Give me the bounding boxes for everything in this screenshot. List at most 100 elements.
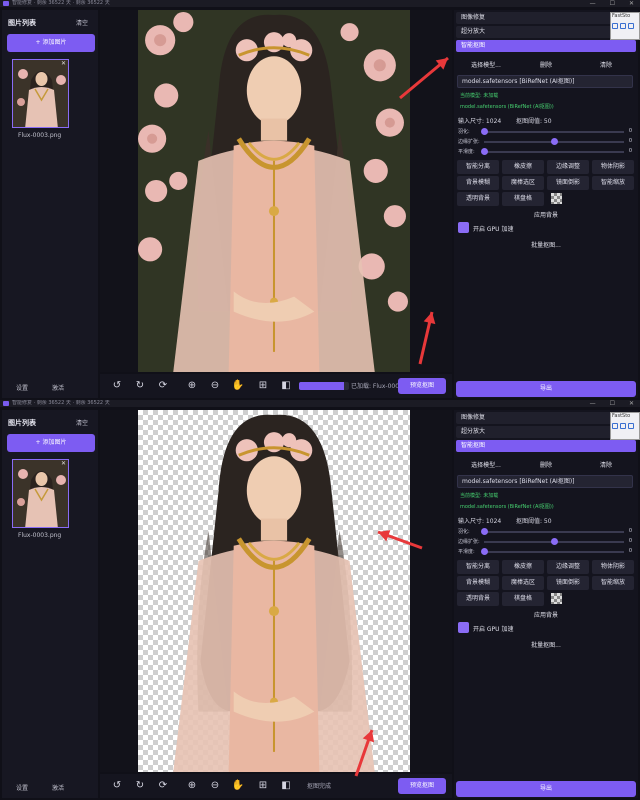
checkerboard-button[interactable]: 棋盘格: [502, 192, 544, 206]
export-button[interactable]: 导出: [456, 381, 636, 397]
delete-model-button[interactable]: 删除: [516, 60, 576, 72]
tab-smart-cutout[interactable]: 智能抠图: [456, 440, 636, 452]
edge-expand-slider-knob[interactable]: [551, 538, 558, 545]
input-size-field[interactable]: 输入尺寸: 1024: [458, 116, 501, 125]
background-blur-button[interactable]: 背景模糊: [457, 576, 499, 590]
capture-window-icon[interactable]: [612, 23, 618, 29]
apply-background-button[interactable]: 应用背景: [456, 210, 636, 219]
capture-region-icon[interactable]: [620, 423, 626, 429]
eraser-button[interactable]: 橡皮擦: [502, 560, 544, 574]
gpu-checkbox[interactable]: [458, 622, 469, 633]
edge-expand-slider[interactable]: 边缘扩张: 0: [456, 138, 636, 146]
smart-separate-button[interactable]: 智能分离: [457, 160, 499, 174]
clear-model-button[interactable]: 清除: [576, 60, 636, 72]
checkerboard-swatch-icon[interactable]: [551, 593, 562, 604]
edge-expand-slider[interactable]: 边缘扩张: 0: [456, 538, 636, 546]
background-blur-button[interactable]: 背景模糊: [457, 176, 499, 190]
remove-thumbnail-icon[interactable]: ✕: [61, 460, 66, 467]
zoom-in-icon[interactable]: ⊕: [185, 779, 199, 793]
object-shadow-button[interactable]: 物体阴影: [592, 560, 634, 574]
transparent-background-button[interactable]: 透明背景: [457, 192, 499, 206]
refresh-icon[interactable]: ⟳: [156, 379, 170, 393]
preview-cutout-button[interactable]: 预览抠图: [398, 778, 446, 794]
close-button[interactable]: ✕: [629, 400, 634, 407]
batch-cutout-button[interactable]: 批量抠图...: [456, 640, 636, 649]
feather-slider-knob[interactable]: [481, 128, 488, 135]
fit-icon[interactable]: ⊞: [256, 779, 270, 793]
close-button[interactable]: ✕: [629, 0, 634, 7]
redo-icon[interactable]: ↻: [133, 779, 147, 793]
clear-list-button[interactable]: 清空: [76, 418, 88, 427]
smoothness-slider-knob[interactable]: [481, 548, 488, 555]
apply-background-button[interactable]: 应用背景: [456, 610, 636, 619]
mirror-reflection-button[interactable]: 镜面倒影: [547, 576, 589, 590]
faststone-capture-widget[interactable]: FastSto: [610, 12, 640, 40]
tab-image-repair[interactable]: 图像修复: [456, 412, 636, 424]
checkerboard-swatch-icon[interactable]: [551, 193, 562, 204]
export-button[interactable]: 导出: [456, 781, 636, 797]
gpu-checkbox[interactable]: [458, 222, 469, 233]
feather-slider[interactable]: 羽化: 0: [456, 128, 636, 136]
settings-button[interactable]: 设置: [16, 383, 28, 392]
tab-upscale[interactable]: 超分放大: [456, 26, 636, 38]
select-model-button[interactable]: 选择模型...: [456, 460, 516, 472]
smart-scale-button[interactable]: 智能缩放: [592, 176, 634, 190]
faststone-capture-widget[interactable]: FastSto: [610, 412, 640, 440]
zoom-out-icon[interactable]: ⊖: [208, 379, 222, 393]
transparent-background-button[interactable]: 透明背景: [457, 592, 499, 606]
capture-full-icon[interactable]: [628, 23, 634, 29]
image-canvas[interactable]: [100, 10, 452, 372]
capture-region-icon[interactable]: [620, 23, 626, 29]
feather-slider[interactable]: 羽化: 0: [456, 528, 636, 536]
threshold-field[interactable]: 抠图阈值: 50: [516, 116, 552, 125]
capture-full-icon[interactable]: [628, 423, 634, 429]
add-image-button[interactable]: + 添加图片: [7, 34, 95, 52]
smart-separate-button[interactable]: 智能分离: [457, 560, 499, 574]
zoom-out-icon[interactable]: ⊖: [208, 779, 222, 793]
smoothness-slider-knob[interactable]: [481, 148, 488, 155]
model-select[interactable]: model.safetensors [BiRefNet (AI抠图)]: [457, 475, 633, 488]
fit-icon[interactable]: ⊞: [256, 379, 270, 393]
threshold-field[interactable]: 抠图阈值: 50: [516, 516, 552, 525]
image-thumbnail[interactable]: ✕: [12, 459, 69, 528]
capture-window-icon[interactable]: [612, 423, 618, 429]
tab-upscale[interactable]: 超分放大: [456, 426, 636, 438]
edge-adjust-button[interactable]: 边缘调整: [547, 160, 589, 174]
maximize-button[interactable]: ☐: [610, 0, 615, 7]
smoothness-slider[interactable]: 平滑度: 0: [456, 148, 636, 156]
checkerboard-button[interactable]: 棋盘格: [502, 592, 544, 606]
smart-scale-button[interactable]: 智能缩放: [592, 576, 634, 590]
smoothness-slider[interactable]: 平滑度: 0: [456, 548, 636, 556]
preview-cutout-button[interactable]: 预览抠图: [398, 378, 446, 394]
zoom-in-icon[interactable]: ⊕: [185, 379, 199, 393]
rotate-left-icon[interactable]: ↺: [110, 779, 124, 793]
redo-icon[interactable]: ↻: [133, 379, 147, 393]
clear-model-button[interactable]: 清除: [576, 460, 636, 472]
activate-button[interactable]: 激活: [52, 783, 64, 792]
settings-button[interactable]: 设置: [16, 783, 28, 792]
minimize-button[interactable]: —: [590, 400, 596, 407]
remove-thumbnail-icon[interactable]: ✕: [61, 60, 66, 67]
refresh-icon[interactable]: ⟳: [156, 779, 170, 793]
object-shadow-button[interactable]: 物体阴影: [592, 160, 634, 174]
image-thumbnail[interactable]: ✕: [12, 59, 69, 128]
add-image-button[interactable]: + 添加图片: [7, 434, 95, 452]
feather-slider-knob[interactable]: [481, 528, 488, 535]
hand-icon[interactable]: ✋: [231, 379, 245, 393]
eraser-button[interactable]: 橡皮擦: [502, 160, 544, 174]
select-model-button[interactable]: 选择模型...: [456, 60, 516, 72]
minimize-button[interactable]: —: [590, 0, 596, 7]
rotate-left-icon[interactable]: ↺: [110, 379, 124, 393]
input-size-field[interactable]: 输入尺寸: 1024: [458, 516, 501, 525]
maximize-button[interactable]: ☐: [610, 400, 615, 407]
magic-wand-button[interactable]: 魔棒选区: [502, 576, 544, 590]
compare-icon[interactable]: ◧: [279, 379, 293, 393]
tab-smart-cutout[interactable]: 智能抠图: [456, 40, 636, 52]
compare-icon[interactable]: ◧: [279, 779, 293, 793]
delete-model-button[interactable]: 删除: [516, 460, 576, 472]
activate-button[interactable]: 激活: [52, 383, 64, 392]
tab-image-repair[interactable]: 图像修复: [456, 12, 636, 24]
model-select[interactable]: model.safetensors [BiRefNet (AI抠图)]: [457, 75, 633, 88]
batch-cutout-button[interactable]: 批量抠图...: [456, 240, 636, 249]
magic-wand-button[interactable]: 魔棒选区: [502, 176, 544, 190]
